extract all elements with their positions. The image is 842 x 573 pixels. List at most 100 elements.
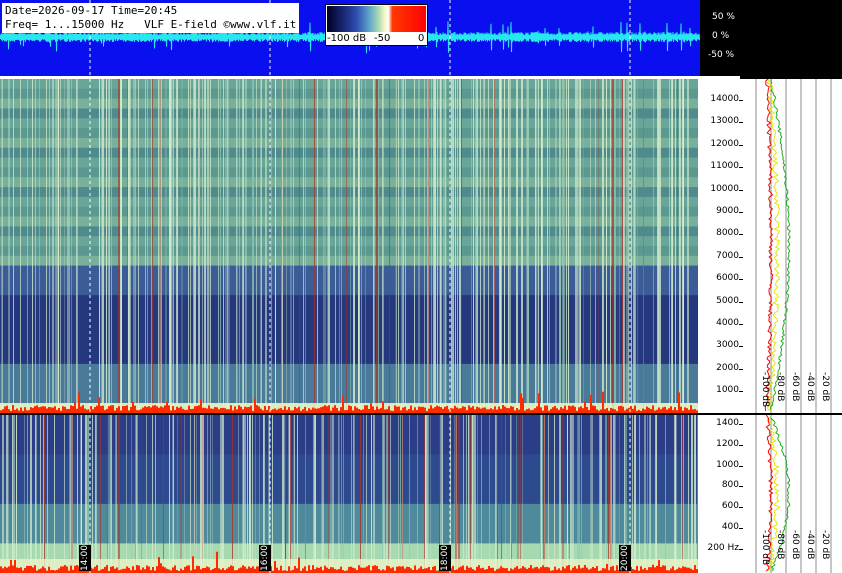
spectrogram-red-noise	[138, 565, 140, 573]
spectrogram-red-noise	[248, 406, 250, 413]
spectrogram-red-noise	[442, 408, 444, 413]
spectrogram-streak	[424, 415, 425, 573]
spectrogram-red-noise	[400, 566, 402, 573]
spectrogram-streak	[517, 415, 519, 573]
spectrogram-streak	[540, 415, 541, 573]
spectrogram-red-noise	[456, 407, 458, 413]
spectrogram-red-noise	[218, 409, 220, 413]
spectrogram-red-noise	[612, 408, 614, 413]
spectrogram-red-noise	[482, 407, 484, 413]
spectrogram-streak	[434, 79, 436, 413]
spectrogram-streak	[473, 415, 474, 573]
spectrogram-red-noise	[416, 409, 418, 413]
spectrogram-red-noise	[154, 405, 156, 413]
spectrogram-red-noise	[652, 405, 654, 413]
spectrogram-red-noise	[156, 566, 158, 573]
spectrogram-band	[0, 275, 698, 286]
spectrogram-streak	[282, 79, 283, 413]
spectrogram-streak	[634, 79, 635, 413]
spectrogram-red-noise	[18, 567, 20, 573]
spectrogram-red-noise	[96, 565, 98, 573]
spectrogram-streak	[649, 415, 650, 573]
spectrogram-band	[0, 285, 698, 296]
spectrogram-red-noise	[686, 408, 688, 413]
spectrogram-red-noise	[492, 567, 494, 573]
spectrogram-red-noise	[382, 569, 384, 573]
spectrogram-red-noise	[402, 566, 404, 573]
spectrogram-red-noise	[558, 409, 560, 413]
spectrogram-band	[0, 98, 698, 109]
spectrogram-streak	[569, 415, 570, 573]
spectrogram-red-noise	[8, 566, 10, 573]
spectrogram-streak	[55, 79, 56, 413]
spectrogram-red-noise	[440, 407, 442, 413]
spectrogram-streak	[14, 415, 15, 573]
spectrogram-streak	[147, 79, 148, 413]
spectrogram-streak	[39, 79, 40, 413]
spectrogram-red-noise	[324, 565, 326, 573]
spectrogram-red-noise	[54, 406, 56, 413]
spectrogram-red-noise	[402, 407, 404, 413]
spectrogram-streak	[210, 415, 211, 573]
spectrogram-streak	[60, 79, 61, 413]
spectrogram-streak	[328, 79, 330, 413]
spectrogram-red-noise	[190, 408, 192, 413]
spectrogram-high-band	[0, 79, 698, 413]
spectrogram-streak	[382, 79, 383, 413]
spectrogram-red-noise	[250, 567, 252, 573]
spectrogram-red-noise	[178, 407, 180, 413]
spectrogram-red-noise	[264, 405, 266, 413]
profile-high-plot	[755, 79, 832, 413]
spectrogram-streak	[526, 79, 527, 413]
spectrogram-red-noise	[386, 409, 388, 413]
spectrogram-streak	[109, 79, 110, 413]
spectrogram-red-noise	[150, 407, 152, 413]
spectrogram-streak	[77, 415, 78, 573]
spectrogram-band	[0, 177, 698, 188]
spectrogram-red-noise	[528, 408, 530, 413]
spectrogram-streak	[656, 415, 657, 573]
spectrogram-streak	[521, 79, 523, 413]
spectrogram-streak	[128, 79, 130, 413]
spectrogram-streak	[549, 79, 550, 413]
spectrogram-red-noise	[486, 409, 488, 413]
spectrogram-red-noise	[408, 566, 410, 573]
spectrum-profile-high	[743, 79, 842, 413]
spectrogram-streak	[80, 415, 81, 573]
spectrogram-streak	[455, 415, 457, 573]
spectrogram-streak	[327, 79, 328, 413]
spectrogram-red-noise	[70, 405, 72, 413]
spectrogram-red-noise	[678, 567, 680, 573]
spectrogram-red-noise	[250, 405, 252, 413]
spectrogram-red-noise	[214, 567, 216, 573]
spectrogram-red-noise	[226, 568, 228, 573]
spectrogram-red-noise	[594, 568, 596, 573]
spectrogram-red-noise	[650, 409, 652, 413]
spectrogram-streak	[459, 79, 461, 413]
spectrogram-red-noise	[194, 406, 196, 413]
spectrogram-red-noise	[668, 408, 670, 413]
spectrogram-red-noise	[6, 567, 8, 573]
spectrogram-streak	[324, 79, 326, 413]
spectrogram-streak	[160, 79, 161, 413]
spectrogram-streak	[314, 79, 315, 413]
spectrogram-streak	[332, 415, 334, 573]
spectrogram-red-noise	[568, 565, 570, 573]
spectrogram-red-noise	[580, 568, 582, 573]
spectrogram-streak	[285, 415, 286, 573]
spectrogram-streak	[207, 415, 208, 573]
spectrogram-streak	[335, 79, 336, 413]
spectrogram-red-noise	[506, 408, 508, 413]
spectrogram-streak	[159, 79, 160, 413]
spectrogram-red-noise	[574, 566, 576, 573]
spectrogram-streak	[146, 415, 147, 573]
spectrogram-red-noise	[206, 566, 208, 573]
spectrogram-streak	[341, 79, 342, 413]
spectrogram-red-noise	[312, 407, 314, 413]
spectrogram-streak	[477, 415, 478, 573]
spectrogram-red-noise	[86, 409, 88, 413]
spectrogram-streak	[592, 415, 593, 573]
spectrogram-streak	[374, 415, 375, 573]
spectrogram-band	[0, 118, 698, 129]
spectrogram-streak	[625, 415, 626, 573]
